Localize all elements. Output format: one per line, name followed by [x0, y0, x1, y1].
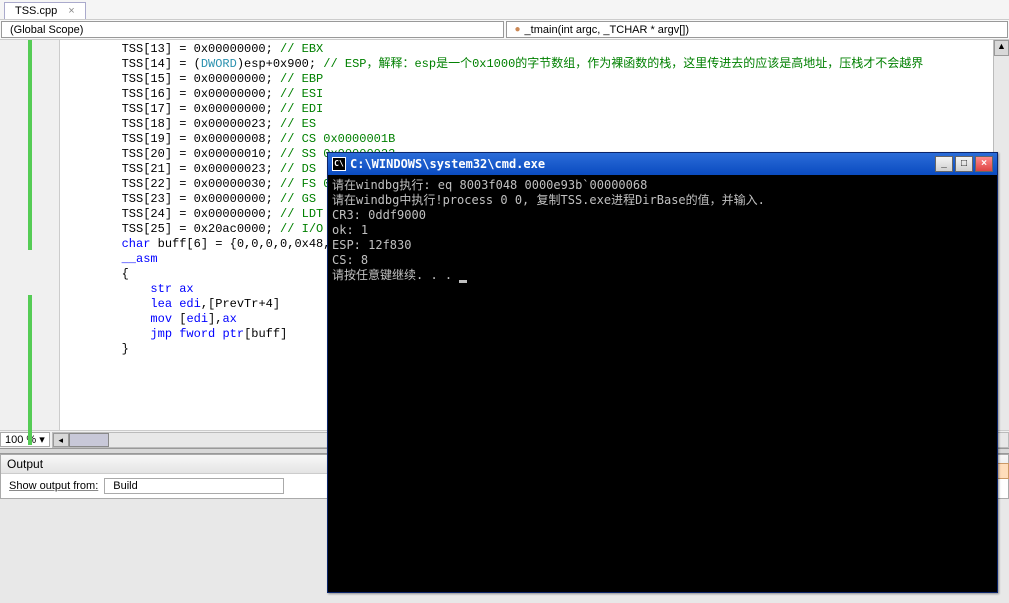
chevron-down-icon: ▾: [39, 434, 45, 446]
file-tab[interactable]: TSS.cpp ×: [4, 2, 86, 19]
editor-tab-bar: TSS.cpp ×: [0, 0, 1009, 20]
cmd-window[interactable]: C\ C:\WINDOWS\system32\cmd.exe _ □ × 请在w…: [327, 152, 998, 593]
cmd-line: CS: 8: [332, 253, 993, 268]
file-tab-label: TSS.cpp: [15, 5, 57, 17]
cmd-line: CR3: 0ddf9000: [332, 208, 993, 223]
change-marker: [28, 295, 32, 445]
code-line[interactable]: TSS[14] = (DWORD)esp+0x900; // ESP，解释：es…: [64, 57, 1005, 72]
scroll-thumb[interactable]: [69, 433, 109, 447]
code-line[interactable]: TSS[18] = 0x00000023; // ES: [64, 117, 1005, 132]
maximize-button[interactable]: □: [955, 156, 973, 172]
cmd-line: ok: 1: [332, 223, 993, 238]
change-marker: [28, 40, 32, 250]
output-from-label: Show output from:: [9, 480, 98, 492]
scroll-up-icon[interactable]: ▲: [994, 40, 1009, 56]
code-line[interactable]: TSS[19] = 0x00000008; // CS 0x0000001B: [64, 132, 1005, 147]
scope-left-text: (Global Scope): [10, 24, 83, 36]
zoom-dropdown[interactable]: 100 % ▾: [0, 432, 50, 447]
scope-dropdown-right[interactable]: ● _tmain(int argc, _TCHAR * argv[]): [506, 21, 1009, 38]
minimize-button[interactable]: _: [935, 156, 953, 172]
output-source-dropdown[interactable]: Build: [104, 478, 284, 494]
code-line[interactable]: TSS[17] = 0x00000000; // EDI: [64, 102, 1005, 117]
cmd-titlebar[interactable]: C\ C:\WINDOWS\system32\cmd.exe _ □ ×: [328, 153, 997, 175]
close-button[interactable]: ×: [975, 156, 993, 172]
cmd-output: 请在windbg执行: eq 8003f048 0000e93b`0000006…: [328, 175, 997, 286]
scroll-left-icon[interactable]: ◂: [53, 433, 69, 447]
editor-gutter: [0, 40, 60, 430]
cmd-title-text: C:\WINDOWS\system32\cmd.exe: [350, 157, 545, 171]
code-line[interactable]: TSS[13] = 0x00000000; // EBX: [64, 42, 1005, 57]
output-source-value: Build: [113, 480, 137, 492]
cmd-cursor: [459, 280, 467, 283]
code-line[interactable]: TSS[15] = 0x00000000; // EBP: [64, 72, 1005, 87]
cmd-line: ESP: 12f830: [332, 238, 993, 253]
cmd-line: 请在windbg中执行!process 0 0, 复制TSS.exe进程DirB…: [332, 193, 993, 208]
scope-dropdown-left[interactable]: (Global Scope): [1, 21, 504, 38]
scope-right-text: _tmain(int argc, _TCHAR * argv[]): [525, 24, 689, 36]
close-tab-icon[interactable]: ×: [68, 5, 74, 17]
cmd-line: 请按任意键继续. . .: [332, 268, 993, 283]
cmd-line: 请在windbg执行: eq 8003f048 0000e93b`0000006…: [332, 178, 993, 193]
cmd-icon: C\: [332, 157, 346, 171]
scope-bar: (Global Scope) ● _tmain(int argc, _TCHAR…: [0, 20, 1009, 40]
code-line[interactable]: TSS[16] = 0x00000000; // ESI: [64, 87, 1005, 102]
scope-right-icon: ●: [515, 24, 521, 35]
